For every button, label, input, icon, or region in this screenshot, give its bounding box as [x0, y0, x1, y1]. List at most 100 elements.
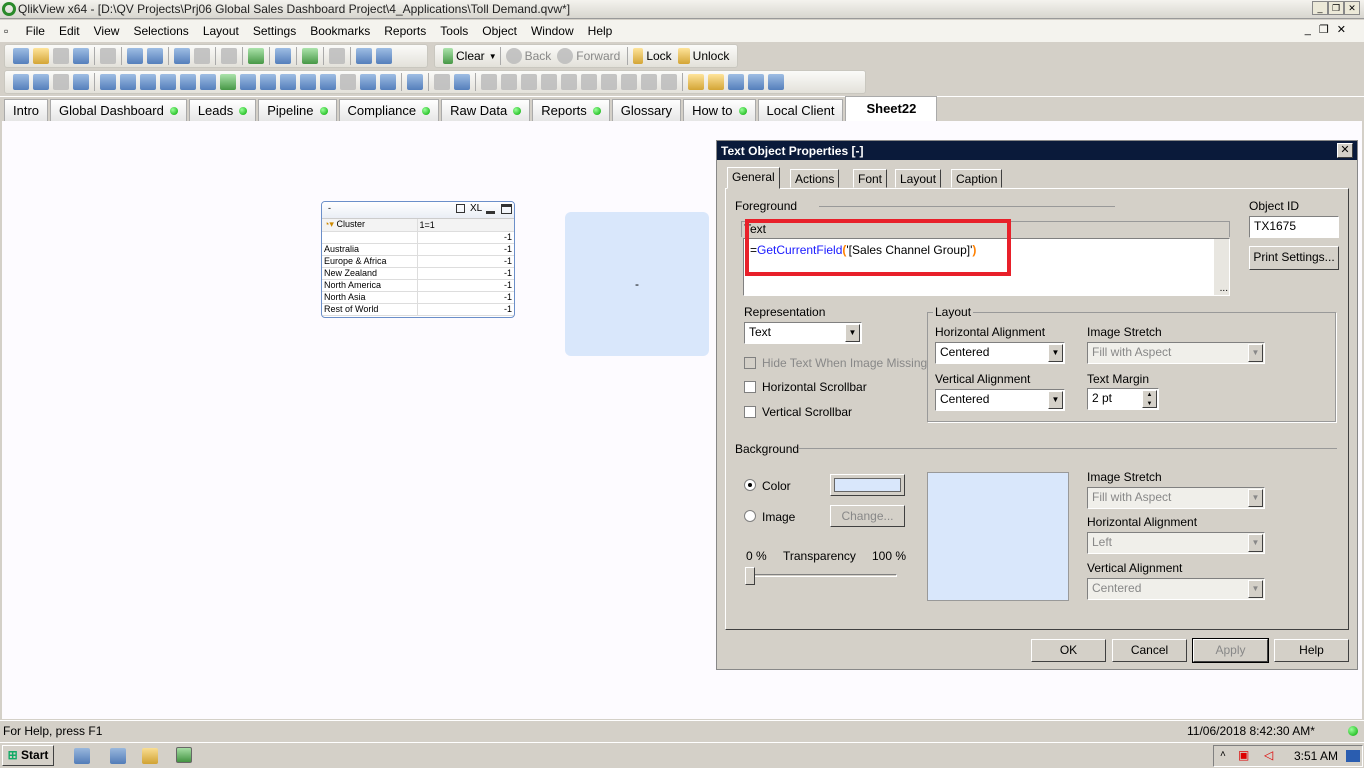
- v-align-select[interactable]: Centered ▼: [935, 389, 1065, 411]
- menu-selections[interactable]: Selections: [126, 20, 195, 38]
- minimize-button[interactable]: _: [1312, 1, 1328, 15]
- reload-icon[interactable]: [53, 48, 69, 64]
- align-top-icon[interactable]: [581, 74, 597, 90]
- start-button[interactable]: ⊞ Start: [2, 745, 54, 766]
- center-vertical-icon[interactable]: [601, 74, 617, 90]
- bookmark-object-icon[interactable]: [320, 74, 336, 90]
- space-vertical-icon[interactable]: [661, 74, 677, 90]
- format-painter-icon[interactable]: [434, 74, 450, 90]
- restore-button[interactable]: ❐: [1328, 1, 1344, 15]
- edit-module-icon[interactable]: [728, 74, 744, 90]
- cluster-cell[interactable]: Europe & Africa: [322, 255, 417, 268]
- explorer-icon[interactable]: [142, 748, 158, 764]
- web-view-icon[interactable]: [768, 74, 784, 90]
- table-row[interactable]: North Asia -1: [322, 291, 514, 304]
- spinner-arrows-icon[interactable]: ▲ ▼: [1142, 390, 1157, 408]
- forward-button[interactable]: Forward: [576, 49, 620, 63]
- search-icon[interactable]: [221, 48, 237, 64]
- search-object-icon[interactable]: [340, 74, 356, 90]
- print-settings-button[interactable]: Print Settings...: [1249, 246, 1339, 270]
- new-icon[interactable]: [13, 48, 29, 64]
- table-row[interactable]: Australia -1: [322, 243, 514, 256]
- menu-file[interactable]: File: [19, 20, 52, 38]
- bg-image-stretch-select[interactable]: Fill with Aspect ▼: [1087, 487, 1265, 509]
- color-radio[interactable]: [744, 479, 756, 491]
- cluster-cell[interactable]: Australia: [322, 243, 417, 256]
- menu-tools[interactable]: Tools: [433, 20, 475, 38]
- button-icon[interactable]: [240, 74, 256, 90]
- help-button[interactable]: Help: [1274, 639, 1349, 662]
- image-radio[interactable]: [744, 510, 756, 522]
- tab-raw-data[interactable]: Raw Data: [441, 99, 531, 121]
- tab-sheet22[interactable]: Sheet22: [845, 96, 938, 121]
- multibox-icon[interactable]: [160, 74, 176, 90]
- statistics-box-icon[interactable]: [120, 74, 136, 90]
- ok-button[interactable]: OK: [1031, 639, 1106, 662]
- cluster-cell[interactable]: [322, 231, 417, 244]
- undo-icon[interactable]: [174, 48, 190, 64]
- new-sheet-icon[interactable]: [13, 74, 29, 90]
- dialog-tab-general[interactable]: General: [727, 167, 780, 189]
- table-row[interactable]: Europe & Africa -1: [322, 255, 514, 268]
- table-box-icon[interactable]: [140, 74, 156, 90]
- tab-how-to[interactable]: How to: [683, 99, 756, 121]
- change-image-button[interactable]: Change...: [830, 505, 905, 527]
- tab-leads[interactable]: Leads: [188, 99, 257, 121]
- bg-v-align-select[interactable]: Centered ▼: [1087, 578, 1265, 600]
- volume-muted-icon[interactable]: ◁: [1264, 748, 1273, 762]
- tab-local-client[interactable]: Local Client: [757, 99, 844, 121]
- image-stretch-select[interactable]: Fill with Aspect ▼: [1087, 342, 1265, 364]
- print-icon[interactable]: [100, 48, 116, 64]
- edit-icon[interactable]: [329, 48, 345, 64]
- tab-glossary[interactable]: Glossary: [611, 99, 682, 121]
- menu-help[interactable]: Help: [581, 20, 620, 38]
- menu-layout[interactable]: Layout: [196, 20, 246, 38]
- sheet-properties-icon[interactable]: [73, 74, 89, 90]
- representation-select[interactable]: Text ▼: [744, 322, 862, 344]
- print-icon[interactable]: [456, 204, 465, 213]
- open-icon[interactable]: [33, 48, 49, 64]
- cluster-cell[interactable]: North America: [322, 279, 417, 292]
- lock-button[interactable]: Lock: [646, 49, 671, 63]
- line-arrow-icon[interactable]: [280, 74, 296, 90]
- cancel-button[interactable]: Cancel: [1112, 639, 1187, 662]
- clear-button[interactable]: Clear: [456, 49, 485, 63]
- dialog-tab-layout[interactable]: Layout: [895, 169, 942, 188]
- column-header-cluster[interactable]: ◔▾ Cluster: [322, 219, 417, 232]
- menu-bookmarks[interactable]: Bookmarks: [303, 20, 377, 38]
- show-hidden-icons[interactable]: ˄: [1220, 749, 1226, 760]
- menu-reports[interactable]: Reports: [377, 20, 433, 38]
- color-swatch-button[interactable]: [830, 474, 905, 496]
- network-disconnected-icon[interactable]: ▣: [1238, 748, 1249, 762]
- vertical-scrollbar-checkbox[interactable]: [744, 406, 756, 418]
- table-row[interactable]: New Zealand -1: [322, 267, 514, 280]
- menu-window[interactable]: Window: [524, 20, 581, 38]
- chart-wizard-icon[interactable]: [275, 48, 291, 64]
- context-help-icon[interactable]: [376, 48, 392, 64]
- powershell-icon[interactable]: [110, 748, 126, 764]
- space-horizontal-icon[interactable]: [621, 74, 637, 90]
- server-manager-icon[interactable]: [74, 748, 90, 764]
- chart-wizard-icon[interactable]: [407, 74, 423, 90]
- tab-pipeline[interactable]: Pipeline: [258, 99, 337, 121]
- space-horizontal-2-icon[interactable]: [641, 74, 657, 90]
- align-bottom-icon[interactable]: [541, 74, 557, 90]
- menu-edit[interactable]: Edit: [52, 20, 87, 38]
- tab-global-dashboard[interactable]: Global Dashboard: [50, 99, 187, 121]
- selections-icon[interactable]: [248, 48, 264, 64]
- dialog-close-button[interactable]: ✕: [1337, 143, 1353, 158]
- grid-icon[interactable]: [454, 74, 470, 90]
- dialog-tab-actions[interactable]: Actions: [790, 169, 840, 188]
- bg-h-align-select[interactable]: Left ▼: [1087, 532, 1265, 554]
- redo-icon[interactable]: [194, 48, 210, 64]
- table-box[interactable]: - XL ◔▾ Cluster 1=1 -1 Australia -1 Europe &…: [321, 201, 515, 318]
- transparency-slider-thumb[interactable]: [745, 567, 755, 585]
- container-icon[interactable]: [360, 74, 376, 90]
- text-object-icon[interactable]: [260, 74, 276, 90]
- tab-reports[interactable]: Reports: [532, 99, 610, 121]
- expression-editor-ellipsis[interactable]: ...: [1220, 283, 1228, 294]
- sheet-promote-icon[interactable]: [33, 74, 49, 90]
- align-center-icon[interactable]: [501, 74, 517, 90]
- menu-object[interactable]: Object: [475, 20, 524, 38]
- maximize-icon[interactable]: [501, 204, 512, 214]
